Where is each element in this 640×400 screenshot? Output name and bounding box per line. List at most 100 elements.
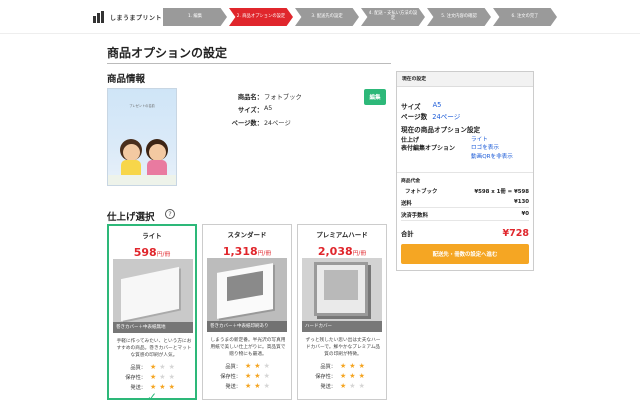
child-body-left: [121, 160, 141, 176]
finish-card-standard[interactable]: スタンダード 1,318円/冊 巻きカバー＋中表紙印刷あり しまうまの新定番。半…: [202, 224, 292, 400]
price-number: 598: [133, 246, 157, 259]
card-name: スタンダード: [227, 231, 267, 239]
card-photo: 巻きカバー＋中表紙印刷あり: [207, 258, 287, 332]
card-name: プレミアムハード: [316, 231, 368, 239]
card-photo: ハードカバー: [302, 258, 382, 332]
finish-card-premium-hard[interactable]: プレミアムハード 2,038円/冊 ハードカバー ずっと残したい思い出は丈夫なハ…: [297, 224, 387, 400]
logo[interactable]: しまうまプリント: [93, 9, 162, 25]
total-row: 合計 ¥728: [401, 228, 529, 239]
finish-select-heading: 仕上げ選択: [107, 212, 155, 223]
book-photo-print: [324, 270, 358, 300]
price-row-value: ¥130: [513, 199, 529, 205]
pages-row: ページ数 24ページ: [401, 111, 460, 121]
photo-caption: 巻きカバー＋中表紙無地: [113, 322, 193, 333]
star-icon: ★: [358, 362, 365, 370]
star-rating: ★ ★ ★: [340, 373, 370, 380]
price-number: 2,038: [317, 245, 353, 258]
option-logo: ロゴを表示: [471, 145, 499, 152]
product-size-row: サイズ： A5: [230, 105, 272, 114]
card-photo: 巻きカバー＋中表紙無地: [113, 259, 193, 333]
card-description: しまうまの新定番。半光沢の写真用用紙で美しい仕上がりに。高品質で贈り物にも最適。: [210, 338, 286, 357]
logo-icon: [93, 11, 107, 23]
size-value: A5: [432, 101, 442, 109]
child-face-left: [123, 144, 140, 161]
star-icon: ★: [159, 363, 166, 371]
option-video-qr: 動画QRを非表示: [471, 153, 513, 160]
price-row-label: 送料: [401, 201, 412, 207]
star-rating: ★ ★ ★: [245, 363, 275, 370]
star-rating: ★ ★ ★: [340, 383, 370, 390]
step-complete: 6. 注文の完了: [493, 8, 557, 26]
card-name: ライト: [142, 232, 162, 240]
card-price: 2,038円/冊: [298, 240, 386, 259]
rating-shipping: 発送： ★ ★ ★: [203, 383, 291, 391]
product-pages-value: 24ページ: [264, 120, 291, 127]
proceed-to-shipping-button[interactable]: 配送先・冊数の設定へ進む: [401, 244, 529, 264]
current-options-title: 現在の商品オプション設定: [401, 126, 481, 134]
star-icon: ★: [254, 372, 261, 380]
star-icon: ★: [168, 373, 175, 381]
progress-steps: 1. 編集 2. 商品オプションの設定 3. 配送先の設定 4. 配送・支払い方…: [163, 8, 559, 26]
edit-button[interactable]: 編集: [364, 89, 386, 105]
panel-header: 現在の設定: [397, 72, 533, 87]
pages-label: ページ数: [401, 113, 428, 121]
rating-label: 発送：: [130, 385, 146, 391]
options-list: ライト ロゴを表示 動画QRを非表示: [471, 136, 513, 161]
help-icon[interactable]: ?: [165, 209, 175, 219]
star-icon: ★: [263, 372, 270, 380]
divider: [401, 220, 529, 221]
star-rating: ★ ★ ★: [245, 373, 275, 380]
star-icon: ★: [150, 373, 157, 381]
product-pages-label: ページ数：: [231, 120, 263, 127]
product-name-label: 商品名：: [237, 94, 263, 101]
current-settings-panel: 現在の設定 サイズ A5 ページ数 24ページ 現在の商品オプション設定 仕上げ…: [396, 71, 534, 271]
star-icon: ★: [150, 363, 157, 371]
card-description: ずっと残したい思い出は丈夫なハードカバーで。鮮やかなプレミアム品質の印刷が特徴。: [305, 338, 381, 357]
book-cover-title: プレゼントの名前: [129, 104, 155, 108]
pages-value: 24ページ: [432, 113, 461, 121]
product-name-row: 商品名： フォトブック: [230, 92, 302, 101]
rating-label: 保存性：: [220, 374, 241, 380]
star-icon: ★: [358, 372, 365, 380]
total-label: 合計: [401, 231, 414, 238]
price-row-value: ¥598 x 1冊 = ¥598: [474, 189, 529, 195]
rating-label: 品質：: [130, 365, 146, 371]
photo-caption: ハードカバー: [302, 321, 382, 332]
rating-durability: 保存性： ★ ★ ★: [203, 373, 291, 381]
ground: [108, 175, 176, 185]
rating-label: 発送：: [320, 384, 336, 390]
selected-check-icon: ✓: [147, 390, 158, 400]
star-icon: ★: [254, 362, 261, 370]
star-icon: ★: [263, 362, 270, 370]
price-row-photobook: フォトブック ¥598 x 1冊 = ¥598: [401, 187, 529, 195]
star-icon: ★: [340, 362, 347, 370]
star-icon: ★: [168, 383, 175, 391]
rating-label: 保存性：: [125, 375, 146, 381]
rating-shipping: 発送： ★ ★ ★: [298, 383, 386, 391]
rating-quality: 品質： ★ ★ ★: [109, 363, 195, 372]
star-rating: ★ ★ ★: [340, 363, 370, 370]
cover-options-label: 表付編集オプション: [401, 145, 456, 152]
star-icon: ★: [245, 372, 252, 380]
star-icon: ★: [245, 362, 252, 370]
star-icon: ★: [358, 382, 365, 390]
top-bar: しまうまプリント 1. 編集 2. 商品オプションの設定 3. 配送先の設定 4…: [0, 0, 640, 34]
rating-durability: 保存性： ★ ★ ★: [298, 373, 386, 381]
rating-label: 品質：: [225, 364, 241, 370]
star-icon: ★: [340, 372, 347, 380]
step-shipping-address: 3. 配送先の設定: [295, 8, 359, 26]
card-price: 598円/冊: [109, 241, 195, 260]
price-row-shipping: 送料 ¥130: [401, 199, 529, 207]
star-icon: ★: [159, 373, 166, 381]
rating-quality: 品質： ★ ★ ★: [298, 363, 386, 371]
star-icon: ★: [349, 362, 356, 370]
product-thumbnail: プレゼントの名前: [107, 88, 177, 186]
star-rating: ★ ★ ★: [150, 374, 180, 381]
star-icon: ★: [168, 363, 175, 371]
price-unit: 円/冊: [257, 251, 272, 257]
finish-label: 仕上げ: [401, 137, 420, 144]
finish-card-light[interactable]: ライト 598円/冊 巻きカバー＋中表紙無地 手軽に作ってみたい、という方におす…: [107, 224, 197, 400]
rating-label: 保存性：: [315, 374, 336, 380]
photo-caption: 巻きカバー＋中表紙印刷あり: [207, 321, 287, 332]
step-payment: 4. 配送・支払い方法の設定: [361, 8, 425, 26]
